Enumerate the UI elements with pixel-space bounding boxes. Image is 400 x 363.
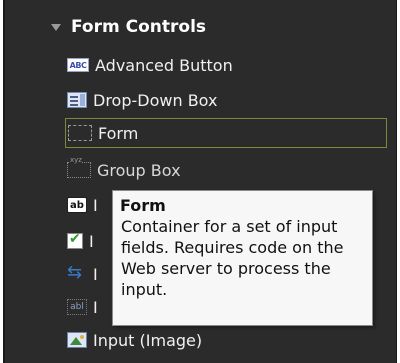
text-input-icon: ab — [67, 197, 87, 213]
abc-button-icon: ABC — [67, 58, 89, 72]
item-label: I — [93, 297, 98, 317]
image-input-icon — [67, 332, 87, 348]
checkbox-icon — [67, 231, 83, 249]
toolbox-item-advanced-button[interactable]: ABC Advanced Button — [67, 50, 390, 80]
group-box-icon — [67, 156, 91, 178]
tooltip: Form Container for a set of input fields… — [112, 190, 373, 326]
toolbox-item-drop-down-box[interactable]: Drop-Down Box — [67, 85, 390, 115]
tooltip-body: Container for a set of input fields. Req… — [121, 217, 344, 299]
section-header-form-controls[interactable]: Form Controls — [5, 12, 396, 42]
item-label: Input (Image) — [93, 330, 203, 350]
item-label: Drop-Down Box — [93, 90, 218, 110]
item-label: Group Box — [97, 160, 181, 180]
item-label: Advanced Button — [95, 55, 233, 75]
item-label: I — [93, 195, 98, 215]
tooltip-title: Form — [120, 196, 166, 215]
toolbox-item-input-image[interactable]: Input (Image) — [67, 325, 390, 355]
toolbox-item-group-box[interactable]: Group Box — [67, 155, 390, 185]
dropdown-box-icon — [67, 92, 87, 108]
arrows-icon — [67, 262, 87, 283]
hidden-input-icon: abl — [67, 299, 87, 315]
section-title: Form Controls — [71, 17, 207, 37]
item-label: I — [89, 231, 94, 251]
collapse-arrow-icon[interactable] — [51, 23, 61, 31]
item-label: I — [93, 264, 98, 284]
form-icon — [68, 125, 92, 141]
item-label: Form — [98, 123, 139, 143]
toolbox-item-form[interactable]: Form — [65, 118, 387, 148]
